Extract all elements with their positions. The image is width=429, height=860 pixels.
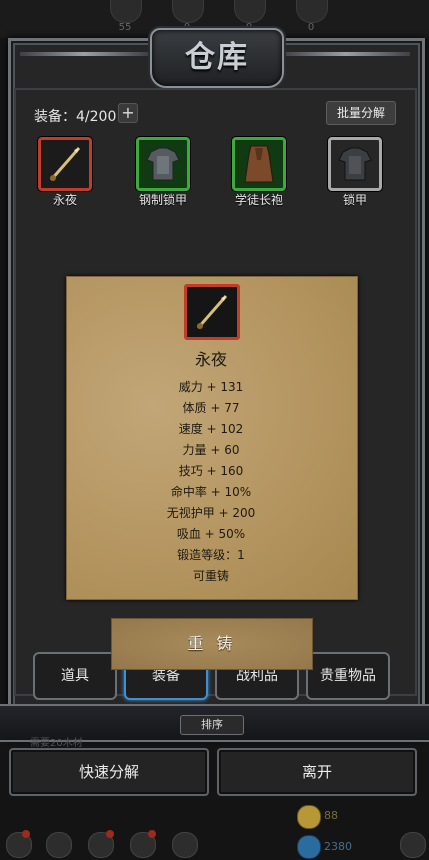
tooltip-stat: 力量 + 60 [182,443,240,457]
resource-slot-icon [110,0,142,23]
steel-chainmail-icon [136,137,190,191]
notification-dot [22,830,30,838]
resource-value: 55 [118,22,132,33]
spear-icon [184,284,240,340]
batch-dismantle-button[interactable]: 批量分解 [326,101,396,125]
tooltip-stat: 体质 + 77 [182,401,240,415]
spear-icon [38,137,92,191]
gem-icon [297,835,321,859]
resource-slot-icon [172,0,204,23]
tooltip-stat: 速度 + 102 [178,422,244,436]
hint-text: 需要20木材 [30,738,83,749]
expand-capacity-button[interactable]: + [118,103,138,123]
item-name: 钢制锁甲 [138,193,187,207]
notification-dot [106,830,114,838]
quick-dismantle-button[interactable]: 快速分解 [9,748,209,796]
notification-dot [148,830,156,838]
title-ornament-right [282,52,410,56]
gold-amount: 88 [324,809,338,822]
tooltip-stat: 威力 + 131 [178,380,244,394]
item-name: 永夜 [52,193,77,207]
inventory-item[interactable]: 永夜 [25,137,105,208]
item-name: 锁甲 [342,193,367,207]
inventory-item[interactable]: 学徒长袍 [219,137,299,208]
gold-coin-icon [297,805,321,829]
sort-button[interactable]: 排序 [180,715,244,735]
nav-slot-icon[interactable] [172,832,198,858]
tab-items[interactable]: 道具 [33,652,117,700]
reforge-button[interactable]: 重 铸 [111,618,313,670]
inventory-item[interactable]: 钢制锁甲 [123,137,203,208]
title-ornament-left [20,52,148,56]
tab-valuables[interactable]: 贵重物品 [306,652,390,700]
gem-amount: 2380 [324,840,352,853]
equipment-count: 装备：4/200 [34,109,117,125]
tooltip-item-name: 永夜 [194,350,227,369]
resource-slot-icon [296,0,328,23]
tooltip-stat: 命中率 + 10% [170,485,252,499]
resource-slot-icon [234,0,266,23]
tooltip-stat: 可重铸 [192,569,229,583]
resource-value: 0 [307,22,315,33]
tooltip-stat: 吸血 + 50% [176,527,246,541]
item-name: 学徒长袍 [234,193,283,207]
leave-button[interactable]: 离开 [217,748,417,796]
inventory-item[interactable]: 锁甲 [315,137,395,208]
nav-slot-icon[interactable] [46,832,72,858]
tooltip-stat: 锻造等级：1 [177,548,245,562]
tooltip-stat: 无视护甲 + 200 [166,506,256,520]
plus-icon[interactable] [400,832,426,858]
chainmail-icon [328,137,382,191]
robe-icon [232,137,286,191]
tooltip-stat: 技巧 + 160 [178,464,244,478]
window-title: 仓库 [150,28,284,88]
